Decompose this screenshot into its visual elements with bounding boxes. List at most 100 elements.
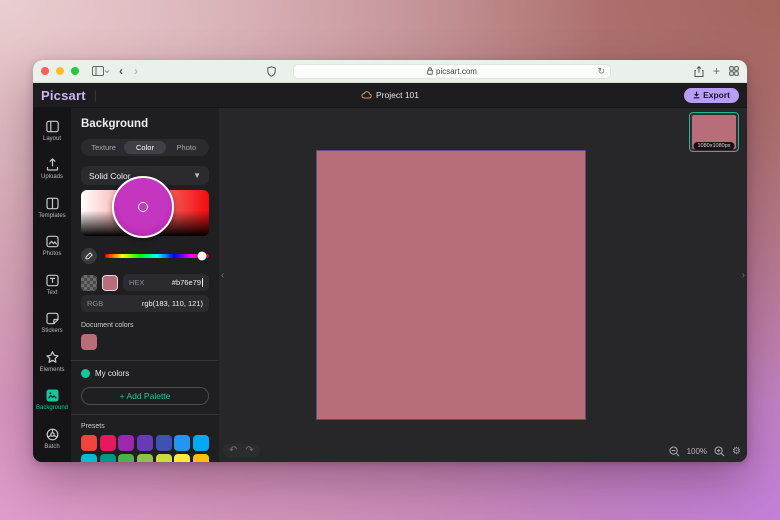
browser-chrome: ‹ › picsart.com ↻ + bbox=[33, 60, 747, 83]
sidebar-item-photos[interactable]: Photos bbox=[33, 227, 71, 266]
photos-icon bbox=[45, 235, 59, 248]
zoom-level[interactable]: 100% bbox=[687, 447, 707, 456]
address-bar[interactable]: picsart.com ↻ bbox=[293, 63, 611, 79]
stickers-icon bbox=[45, 312, 59, 325]
cloud-sync-icon bbox=[361, 91, 372, 99]
export-button[interactable]: Export bbox=[684, 87, 739, 103]
preset-color-swatch[interactable] bbox=[192, 453, 209, 462]
document-color-swatch[interactable] bbox=[81, 334, 97, 350]
presets-label: Presets bbox=[81, 423, 105, 430]
zoom-controls: 100% ⚙ bbox=[669, 446, 741, 457]
tab-overview-icon[interactable] bbox=[729, 66, 739, 76]
templates-icon bbox=[45, 197, 59, 210]
undo-button[interactable]: ↶ bbox=[229, 445, 237, 456]
color-picker-loupe[interactable] bbox=[112, 176, 174, 238]
close-window-button[interactable] bbox=[41, 67, 49, 75]
document-colors-list bbox=[81, 334, 209, 350]
new-tab-icon[interactable]: + bbox=[713, 65, 720, 77]
redo-button[interactable]: ↷ bbox=[245, 445, 253, 456]
preset-color-grid bbox=[81, 435, 209, 462]
eyedropper-icon bbox=[85, 252, 93, 260]
preset-color-swatch[interactable] bbox=[155, 453, 172, 462]
preset-color-swatch[interactable] bbox=[174, 435, 191, 451]
canvas-size-badge: 1080x1080px bbox=[693, 142, 735, 150]
zoom-out-button[interactable] bbox=[669, 446, 680, 457]
preset-color-swatch[interactable] bbox=[118, 453, 135, 462]
document-colors-label: Document colors bbox=[81, 322, 134, 329]
page-thumbnail[interactable]: 1080x1080px bbox=[689, 112, 739, 152]
sidebar-item-batch[interactable]: Batch bbox=[33, 419, 71, 458]
hue-slider-thumb[interactable] bbox=[197, 251, 207, 261]
sidebar-item-layout[interactable]: Layout bbox=[33, 111, 71, 150]
panel-divider bbox=[71, 414, 219, 415]
preset-color-swatch[interactable] bbox=[136, 435, 154, 451]
tab-texture[interactable]: Texture bbox=[83, 141, 124, 154]
tool-sidebar: Layout Uploads Templates Photos Text Sti… bbox=[33, 108, 71, 462]
saturation-brightness-field[interactable] bbox=[81, 176, 209, 238]
tab-photo[interactable]: Photo bbox=[166, 141, 207, 154]
tab-color[interactable]: Color bbox=[124, 141, 166, 154]
chevron-down-icon: ▼ bbox=[193, 171, 201, 180]
sidebar-toggle-icon[interactable] bbox=[92, 66, 110, 76]
eyedropper-button[interactable] bbox=[81, 248, 97, 264]
background-icon bbox=[46, 389, 58, 402]
batch-icon bbox=[46, 428, 58, 441]
preset-color-swatch[interactable] bbox=[155, 435, 172, 451]
preset-color-swatch[interactable] bbox=[118, 435, 135, 451]
panel-title: Background bbox=[81, 118, 149, 130]
layout-icon bbox=[45, 120, 59, 133]
preset-color-swatch[interactable] bbox=[81, 453, 98, 462]
preset-color-swatch[interactable] bbox=[136, 453, 154, 462]
picsart-logo[interactable]: Picsart bbox=[41, 88, 86, 103]
my-colors-row[interactable]: My colors bbox=[81, 369, 209, 378]
preset-color-swatch[interactable] bbox=[174, 453, 191, 462]
reload-icon[interactable]: ↻ bbox=[597, 66, 605, 77]
artboard[interactable] bbox=[316, 150, 586, 420]
hue-slider[interactable] bbox=[105, 251, 209, 261]
preset-color-swatch[interactable] bbox=[99, 435, 116, 451]
sidebar-item-elements[interactable]: Elements bbox=[33, 342, 71, 381]
text-icon bbox=[45, 274, 59, 287]
rgb-input[interactable]: RGB rgb(183, 110, 121) bbox=[81, 295, 209, 312]
my-colors-icon bbox=[81, 369, 90, 378]
minimize-window-button[interactable] bbox=[56, 67, 64, 75]
canvas-area[interactable]: ‹ › 1080x1080px ↶ ↷ 100% ⚙ bbox=[219, 108, 747, 462]
upload-icon bbox=[46, 158, 58, 171]
back-button[interactable]: ‹ bbox=[117, 64, 125, 78]
background-panel: Background Texture Color Photo Solid Col… bbox=[71, 108, 219, 462]
app-header: Picsart | Project 101 Export bbox=[33, 83, 747, 108]
project-name: Project 101 bbox=[376, 90, 419, 100]
history-controls: ↶ ↷ bbox=[223, 444, 260, 457]
project-title[interactable]: Project 101 bbox=[361, 90, 419, 100]
preset-color-swatch[interactable] bbox=[99, 453, 116, 462]
collapse-panel-chevron[interactable]: ‹ bbox=[221, 270, 224, 281]
transparent-swatch[interactable] bbox=[81, 274, 97, 291]
fill-type-tabs: Texture Color Photo bbox=[81, 139, 209, 156]
expand-right-chevron[interactable]: › bbox=[742, 270, 745, 281]
text-cursor bbox=[202, 278, 203, 287]
privacy-shield-icon[interactable] bbox=[267, 65, 276, 77]
url-text: picsart.com bbox=[436, 66, 477, 76]
sidebar-item-stickers[interactable]: Stickers bbox=[33, 304, 71, 343]
sidebar-item-templates[interactable]: Templates bbox=[33, 188, 71, 227]
lock-icon bbox=[427, 67, 433, 75]
share-icon[interactable] bbox=[694, 65, 704, 77]
zoom-in-button[interactable] bbox=[714, 446, 725, 457]
browser-window: ‹ › picsart.com ↻ + Picsart | Project 10… bbox=[33, 60, 747, 462]
forward-button[interactable]: › bbox=[132, 64, 140, 78]
download-icon bbox=[693, 91, 700, 99]
preset-color-swatch[interactable] bbox=[81, 435, 98, 451]
sidebar-item-text[interactable]: Text bbox=[33, 265, 71, 304]
preset-color-swatch[interactable] bbox=[192, 435, 209, 451]
elements-star-icon bbox=[45, 350, 59, 363]
canvas-settings-button[interactable]: ⚙ bbox=[732, 446, 741, 457]
current-color-swatch[interactable] bbox=[102, 274, 118, 291]
add-palette-button[interactable]: + Add Palette bbox=[81, 387, 209, 405]
loupe-cursor bbox=[138, 202, 148, 212]
zoom-window-button[interactable] bbox=[71, 67, 79, 75]
sidebar-item-uploads[interactable]: Uploads bbox=[33, 150, 71, 189]
header-divider: | bbox=[93, 88, 97, 102]
sidebar-item-background[interactable]: Background bbox=[33, 381, 71, 420]
panel-divider bbox=[71, 360, 219, 361]
hex-input[interactable]: HEX #b76e79 bbox=[123, 274, 209, 291]
